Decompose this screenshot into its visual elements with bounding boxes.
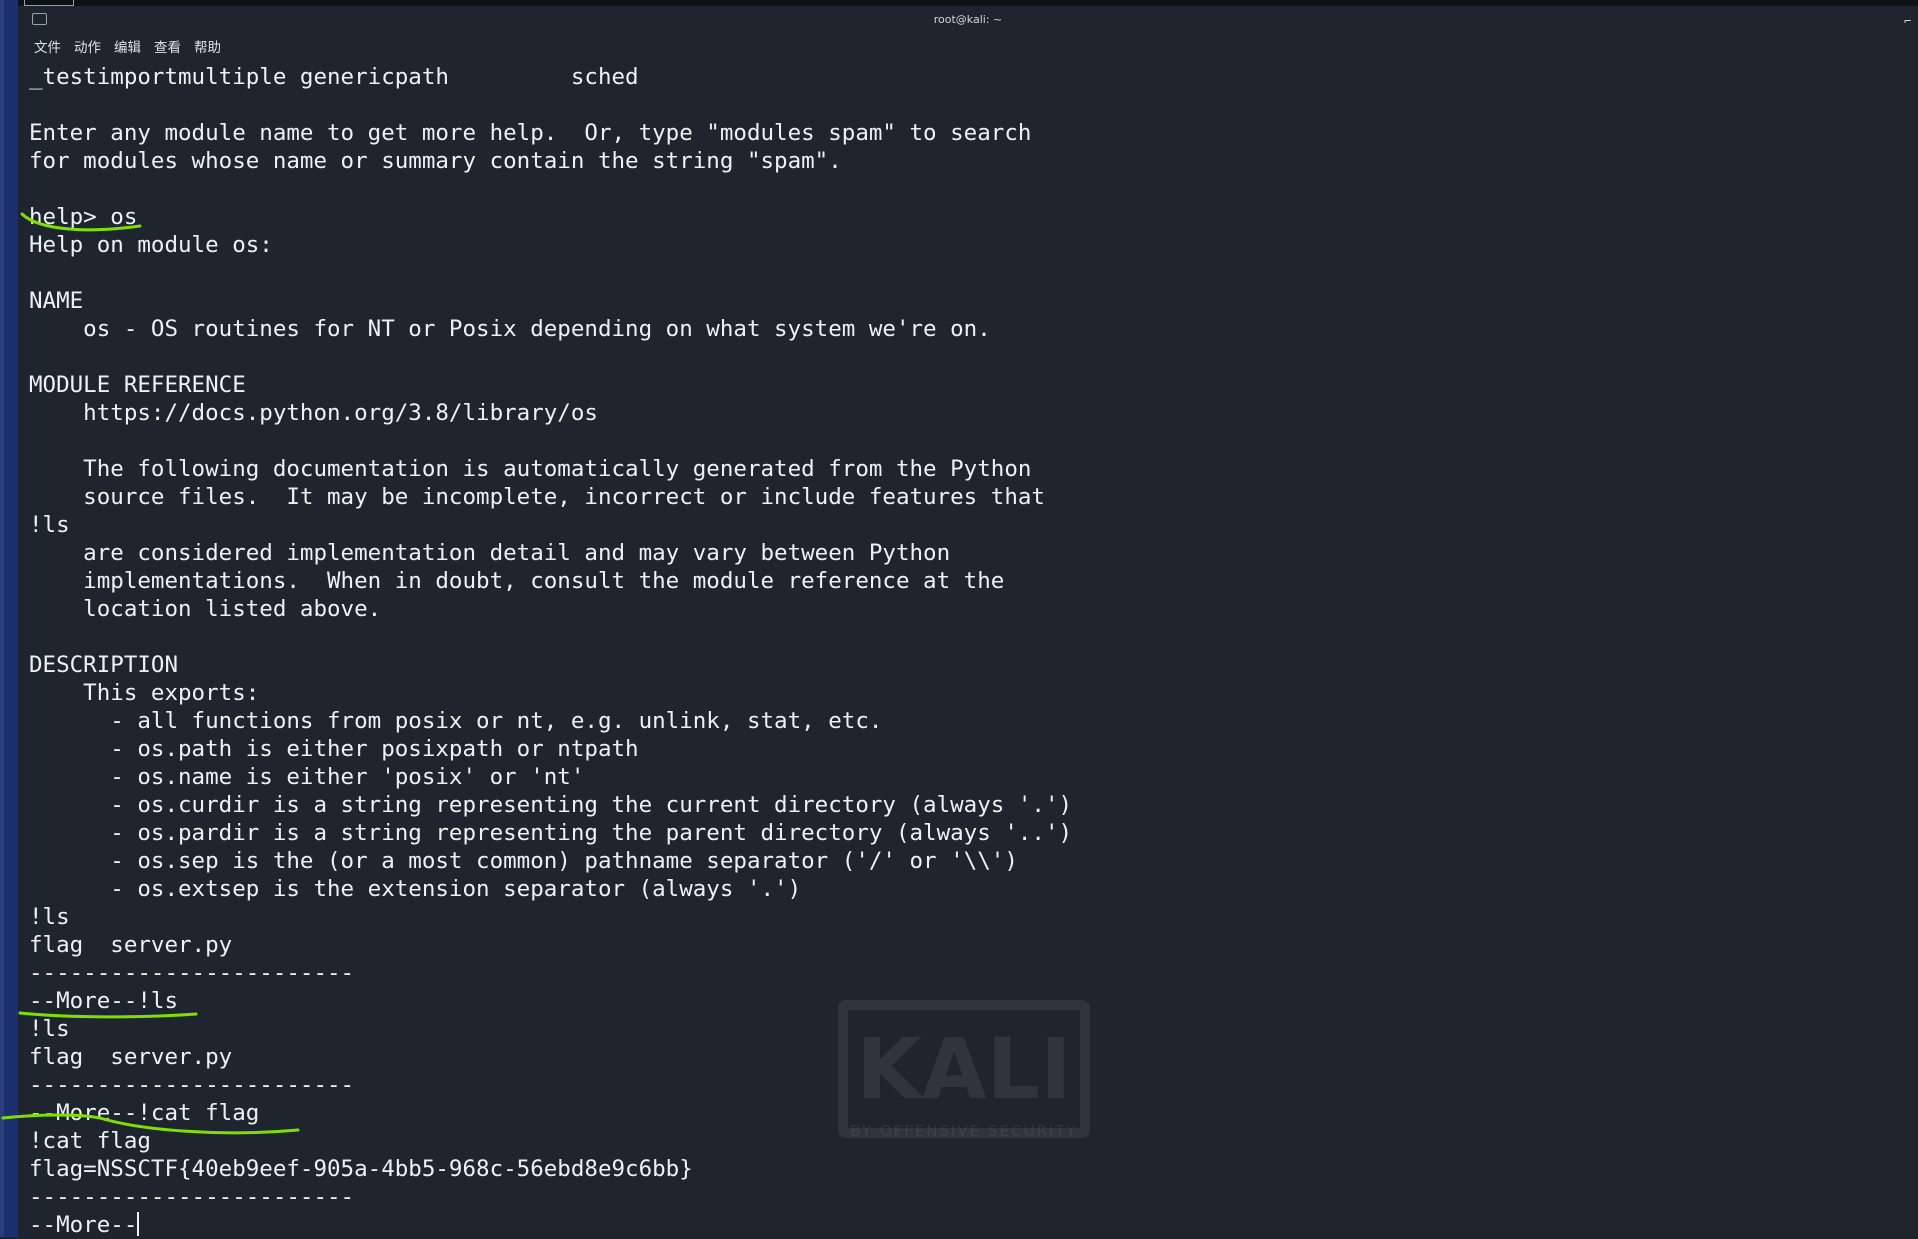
terminal-line: Help on module os: <box>29 232 273 258</box>
window-control-icon[interactable]: ⌐ <box>1904 14 1918 28</box>
terminal-line: https://docs.python.org/3.8/library/os <box>29 400 598 426</box>
terminal-line: - os.name is either 'posix' or 'nt' <box>29 764 585 790</box>
terminal-line: _testimportmultiple genericpath sched <box>29 64 639 90</box>
title-bar[interactable]: root@kali: ~ ⌐ <box>18 6 1918 34</box>
terminal-line: for modules whose name or summary contai… <box>29 148 842 174</box>
window-title: root@kali: ~ <box>933 13 1003 26</box>
menu-help[interactable]: 帮助 <box>194 36 221 56</box>
terminal-line: - os.extsep is the extension separator (… <box>29 876 802 902</box>
terminal-line: os - OS routines for NT or Posix dependi… <box>29 316 991 342</box>
menu-view[interactable]: 查看 <box>154 36 181 56</box>
terminal-line: The following documentation is automatic… <box>29 456 1032 482</box>
menu-action[interactable]: 动作 <box>74 36 101 56</box>
terminal-line: flag=NSSCTF{40eb9eef-905a-4bb5-968c-56eb… <box>29 1156 693 1182</box>
terminal-line: are considered implementation detail and… <box>29 540 951 566</box>
terminal-line: - all functions from posix or nt, e.g. u… <box>29 708 883 734</box>
menu-bar: 文件 动作 编辑 查看 帮助 <box>34 36 234 56</box>
terminal-line: !ls <box>29 904 70 930</box>
terminal-line: This exports: <box>29 680 260 706</box>
terminal-line: - os.path is either posixpath or ntpath <box>29 736 639 762</box>
terminal-output[interactable]: _testimportmultiple genericpath sched Ent… <box>29 63 1072 1239</box>
terminal-line: flag server.py <box>29 1044 233 1070</box>
terminal-line: --More--!ls <box>29 988 179 1014</box>
terminal-line: !ls <box>29 512 70 538</box>
terminal-line: MODULE REFERENCE <box>29 372 246 398</box>
terminal-line: ------------------------ <box>29 1184 355 1210</box>
terminal-line: DESCRIPTION <box>29 652 179 678</box>
terminal-line: flag server.py <box>29 932 233 958</box>
terminal-line: --More-- <box>29 1212 140 1238</box>
terminal-line: --More--!cat flag <box>29 1100 260 1126</box>
terminal-line: - os.curdir is a string representing the… <box>29 792 1073 818</box>
left-window-edge <box>0 0 18 1237</box>
text-cursor <box>137 1212 140 1236</box>
terminal-line: ------------------------ <box>29 960 355 986</box>
terminal-line: - os.pardir is a string representing the… <box>29 820 1073 846</box>
terminal-line: !ls <box>29 1016 70 1042</box>
terminal-line: Enter any module name to get more help. … <box>29 120 1032 146</box>
terminal-line: implementations. When in doubt, consult … <box>29 568 1005 594</box>
terminal-line: - os.sep is the (or a most common) pathn… <box>29 848 1018 874</box>
terminal-line: source files. It may be incomplete, inco… <box>29 484 1045 510</box>
terminal-line: location listed above. <box>29 596 382 622</box>
menu-file[interactable]: 文件 <box>34 36 61 56</box>
terminal-line: ------------------------ <box>29 1072 355 1098</box>
terminal-line: help> os <box>29 204 138 230</box>
terminal-line: !cat flag <box>29 1128 151 1154</box>
terminal-line: NAME <box>29 288 84 314</box>
menu-edit[interactable]: 编辑 <box>114 36 141 56</box>
